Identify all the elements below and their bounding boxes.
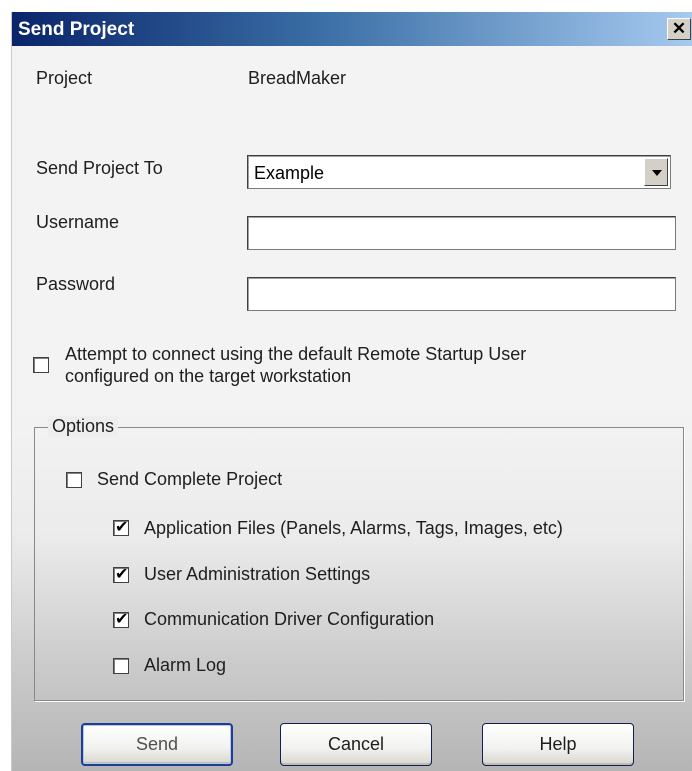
checkmark-icon: ✔	[115, 517, 129, 536]
default-user-label-line1: Attempt to connect using the default Rem…	[65, 344, 527, 364]
send-complete-project-checkbox[interactable]	[66, 472, 82, 488]
password-label: Password	[36, 274, 116, 294]
application-files-label: Application Files (Panels, Alarms, Tags,…	[144, 518, 563, 538]
checkmark-icon: ✔	[115, 564, 129, 583]
application-files-checkbox[interactable]: ✔	[113, 517, 129, 536]
username-field[interactable]	[247, 216, 676, 250]
cancel-button[interactable]: Cancel	[280, 723, 432, 766]
alarm-log-label: Alarm Log	[144, 655, 227, 675]
dialog-title: Send Project	[18, 19, 135, 40]
checkmark-icon: ✔	[115, 609, 129, 628]
send-to-select[interactable]: Example	[247, 155, 671, 189]
username-label: Username	[36, 212, 120, 232]
send-complete-project-label: Send Complete Project	[97, 469, 283, 489]
project-label: Project	[36, 68, 93, 88]
send-to-label: Send Project To	[36, 158, 163, 178]
password-field[interactable]	[247, 277, 676, 311]
help-button[interactable]: Help	[482, 723, 634, 766]
communication-driver-label: Communication Driver Configuration	[144, 609, 435, 629]
send-to-selected-value: Example	[254, 163, 325, 183]
close-icon: ✕	[671, 19, 687, 38]
user-administration-checkbox[interactable]: ✔	[113, 564, 129, 583]
alarm-log-checkbox[interactable]	[113, 658, 129, 674]
default-user-checkbox[interactable]	[33, 357, 49, 373]
title-bar[interactable]: Send Project ✕	[12, 12, 692, 46]
user-administration-label: User Administration Settings	[144, 564, 371, 584]
project-name-value: BreadMaker	[248, 68, 347, 88]
close-button[interactable]: ✕	[667, 18, 691, 40]
options-legend: Options	[48, 416, 119, 437]
send-project-dialog: Send Project ✕ Project BreadMaker Send P…	[11, 12, 692, 771]
chevron-down-icon[interactable]	[644, 158, 668, 186]
communication-driver-checkbox[interactable]: ✔	[113, 609, 129, 628]
default-user-label-line2: configured on the target workstation	[65, 366, 352, 386]
send-button[interactable]: Send	[81, 723, 233, 766]
